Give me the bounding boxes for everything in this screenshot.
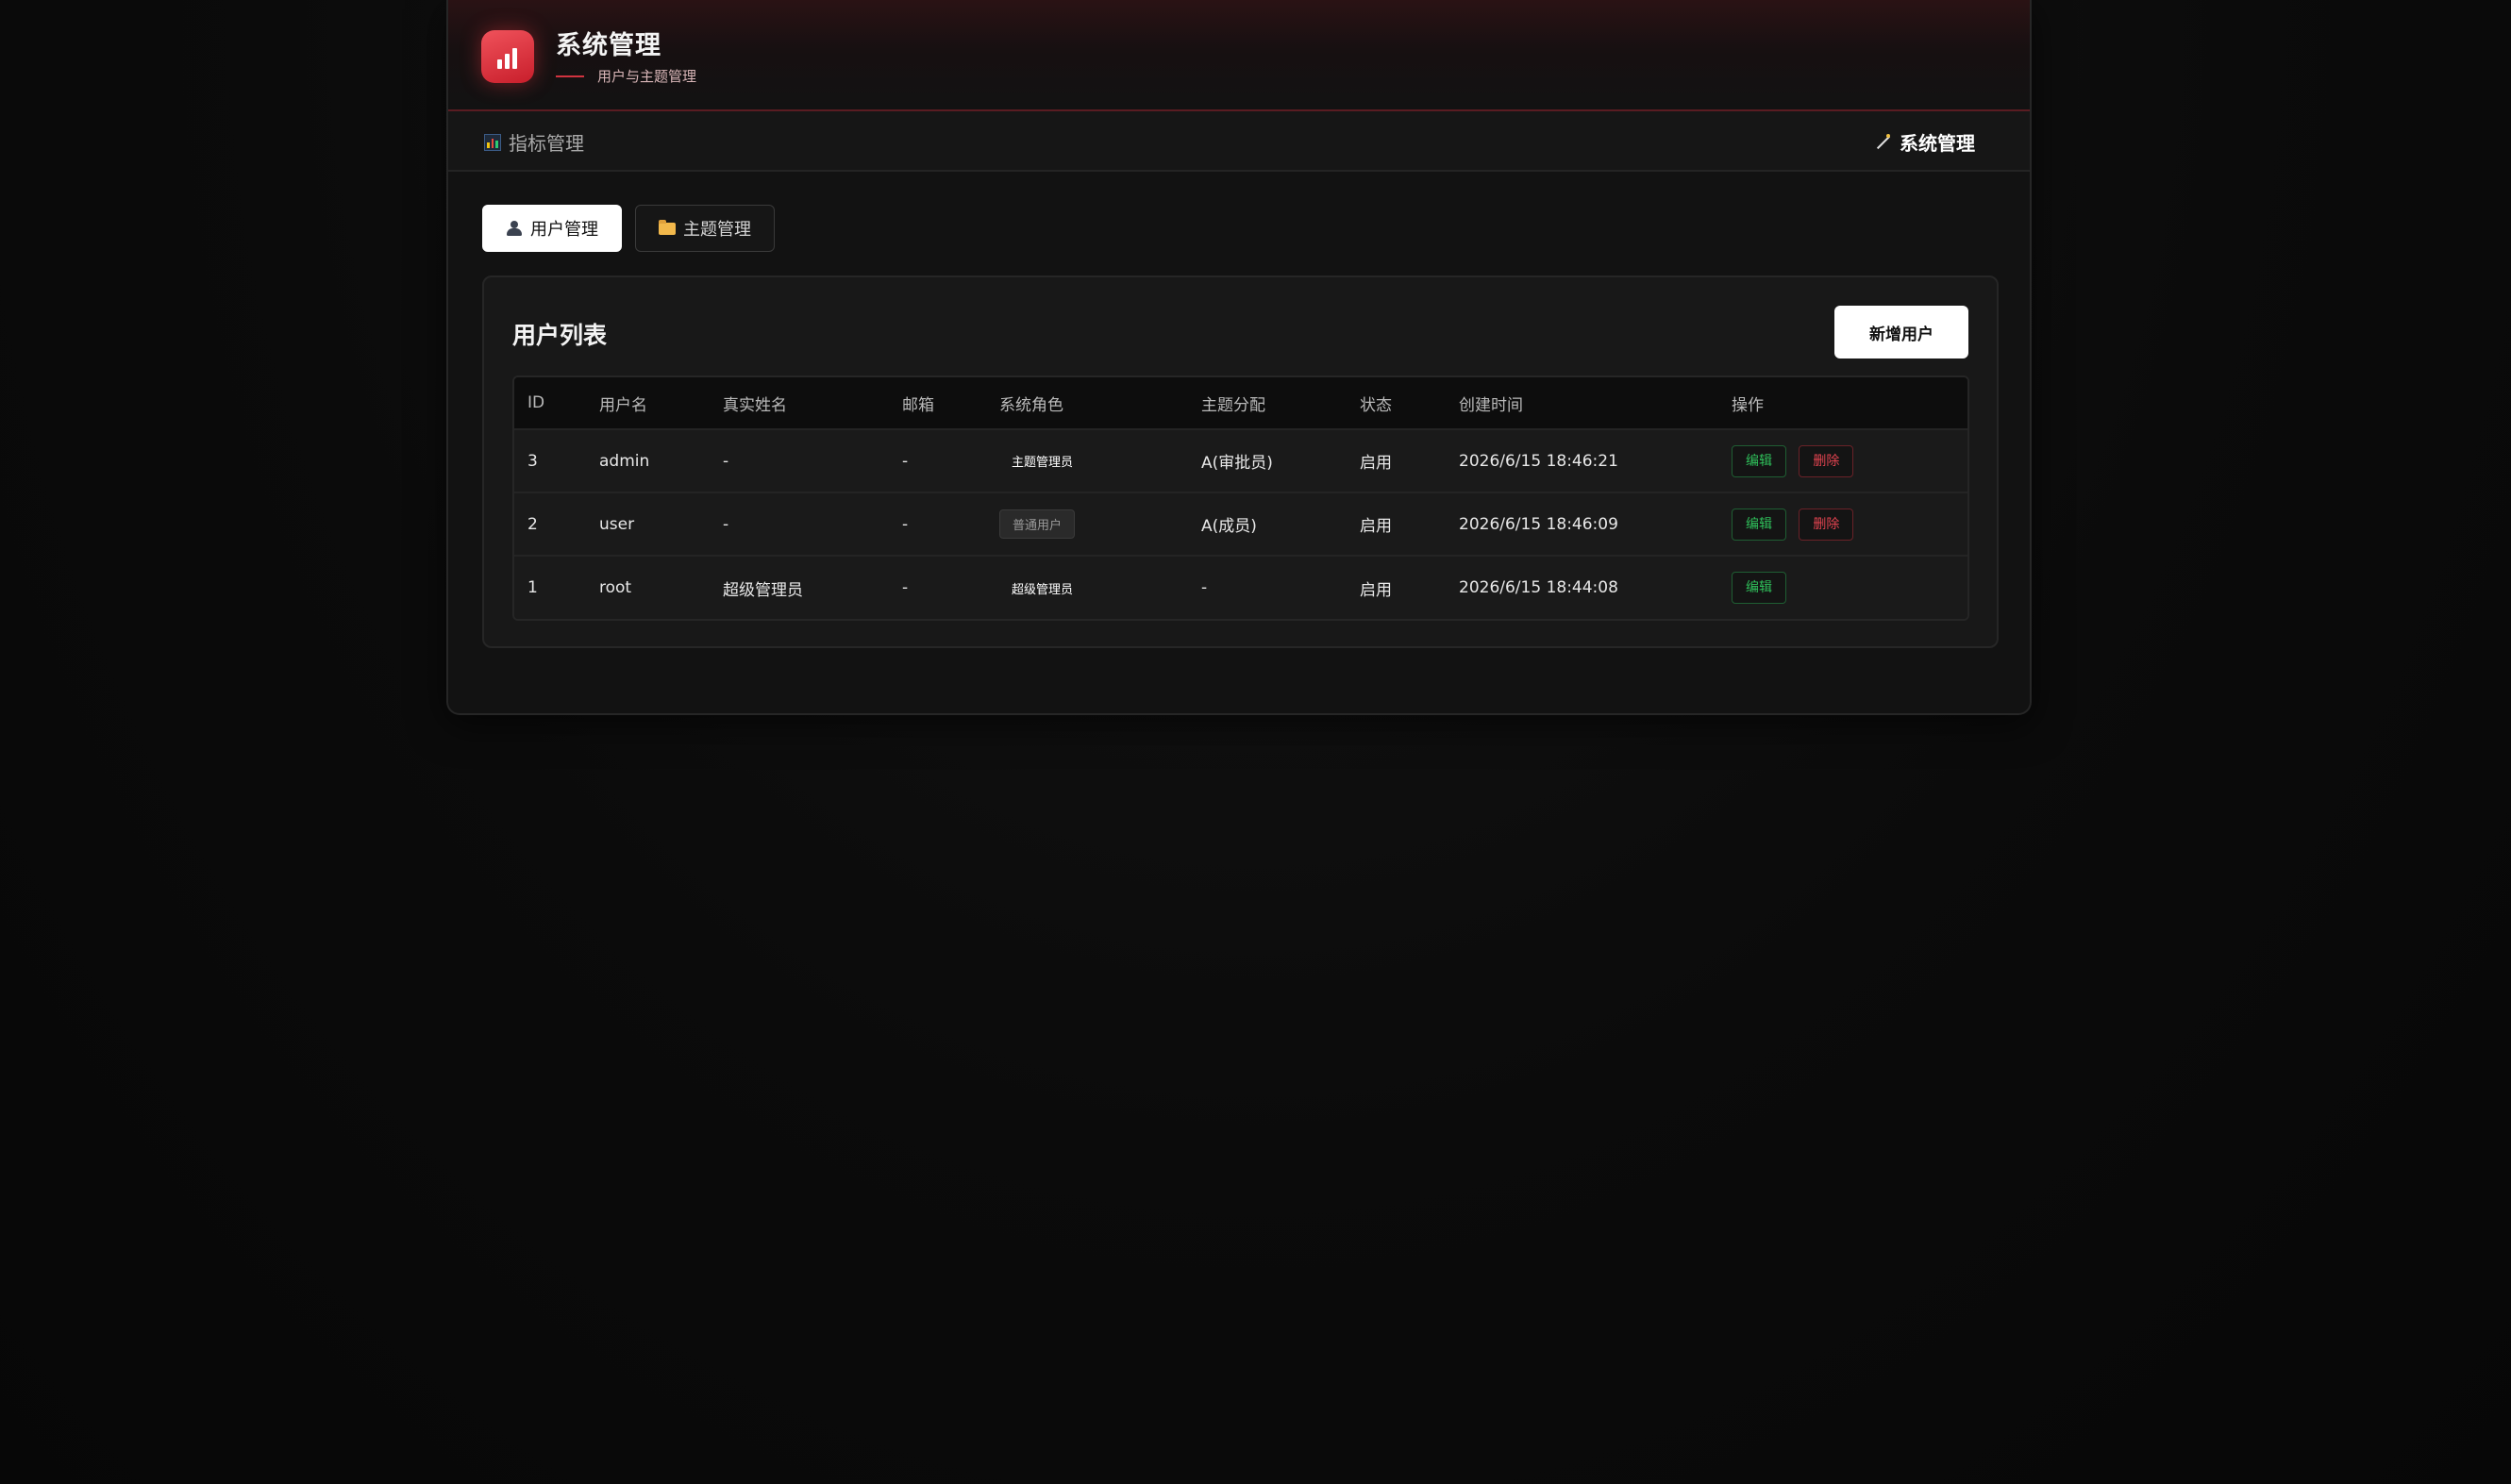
column-header-actions: 操作 [1732, 395, 1764, 415]
folder-icon [659, 219, 676, 235]
app-header: 系统管理 用户与主题管理 [448, 0, 2030, 111]
tab-topic-management[interactable]: 主题管理 [635, 205, 775, 252]
role-badge: 主题管理员 [1012, 456, 1074, 470]
chart-icon [484, 133, 501, 151]
app-title: 系统管理 [556, 31, 661, 60]
app-shell: 系统管理 用户与主题管理 指标管理 系统管理 用户管理 主题管理 用户列表 新增… [446, 0, 2032, 715]
cell-email: - [902, 451, 909, 471]
cell-id: 1 [527, 578, 538, 597]
cell-role: 超级管理员 [986, 556, 1188, 619]
cell-actions: 编辑 [1718, 556, 1967, 619]
cell-username: root [599, 578, 632, 597]
cell-created: 2026/6/15 18:46:09 [1459, 514, 1618, 534]
column-header-username: 用户名 [599, 395, 647, 415]
edit-button[interactable]: 编辑 [1732, 508, 1786, 541]
bar-chart-icon [481, 30, 534, 83]
cell-actions: 编辑 删除 [1718, 429, 1967, 492]
cell-id: 3 [527, 451, 538, 471]
nav-link-metrics[interactable]: 指标管理 [484, 128, 584, 156]
cell-real-name: 超级管理员 [723, 580, 803, 600]
add-user-button[interactable]: 新增用户 [1834, 306, 1968, 358]
cell-status: 启用 [1360, 517, 1392, 536]
cell-email: - [902, 514, 909, 534]
card-title: 用户列表 [512, 322, 608, 349]
tab-user-management[interactable]: 用户管理 [482, 205, 622, 252]
column-header-real-name: 真实姓名 [723, 395, 787, 415]
delete-button[interactable]: 删除 [1799, 444, 1854, 477]
cell-username: admin [599, 451, 650, 471]
column-header-topic: 主题分配 [1201, 395, 1265, 415]
wand-icon [1873, 133, 1892, 152]
edit-button[interactable]: 编辑 [1732, 444, 1786, 477]
app-subtitle: 用户与主题管理 [597, 68, 697, 85]
tab-bar: 用户管理 主题管理 [482, 205, 775, 252]
cell-topic: - [1201, 578, 1208, 597]
subtitle-accent-line [556, 75, 584, 77]
column-header-email: 邮箱 [902, 395, 934, 415]
nav-link-metrics-label: 指标管理 [509, 132, 584, 155]
cell-created: 2026/6/15 18:46:21 [1459, 451, 1618, 471]
edit-button[interactable]: 编辑 [1732, 572, 1786, 604]
role-badge: 超级管理员 [1012, 582, 1074, 597]
column-header-created: 创建时间 [1459, 395, 1523, 415]
user-table: ID 用户名 真实姓名 邮箱 系统角色 主题分配 状态 创建时间 操作 3 ad [512, 375, 1969, 621]
table-row: 2 user - - 普通用户 A(成员) 启用 2026/6/15 18:46… [514, 492, 1967, 556]
nav-link-system[interactable]: 系统管理 [1873, 128, 1975, 156]
cell-id: 2 [527, 514, 538, 534]
user-icon [506, 221, 523, 236]
cell-status: 启用 [1360, 454, 1392, 473]
cell-email: - [902, 578, 909, 597]
cell-actions: 编辑 删除 [1718, 492, 1967, 556]
cell-role: 普通用户 [986, 492, 1188, 556]
column-header-id: ID [527, 393, 545, 412]
user-list-card: 用户列表 新增用户 ID 用户名 真实姓名 邮箱 系统角色 主题分配 状态 创建… [482, 275, 1999, 648]
tab-label: 用户管理 [530, 220, 598, 240]
table-header-row: ID 用户名 真实姓名 邮箱 系统角色 主题分配 状态 创建时间 操作 [514, 377, 1967, 429]
cell-topic: A(成员) [1201, 517, 1257, 536]
delete-button[interactable]: 删除 [1799, 508, 1854, 541]
cell-topic: A(审批员) [1201, 454, 1273, 473]
cell-real-name: - [723, 451, 729, 471]
column-header-role: 系统角色 [999, 395, 1063, 415]
role-badge: 普通用户 [999, 509, 1076, 539]
cell-created: 2026/6/15 18:44:08 [1459, 578, 1618, 597]
tab-label: 主题管理 [683, 220, 751, 240]
table-row: 1 root 超级管理员 - 超级管理员 - 启用 2026/6/15 18:4… [514, 556, 1967, 619]
nav-bar: 指标管理 系统管理 [448, 111, 2030, 172]
cell-real-name: - [723, 514, 729, 534]
column-header-status: 状态 [1360, 395, 1392, 415]
cell-status: 启用 [1360, 580, 1392, 600]
nav-link-system-label: 系统管理 [1900, 132, 1975, 155]
cell-role: 主题管理员 [986, 429, 1188, 492]
table-row: 3 admin - - 主题管理员 A(审批员) 启用 2026/6/15 18… [514, 429, 1967, 492]
cell-username: user [599, 514, 635, 534]
